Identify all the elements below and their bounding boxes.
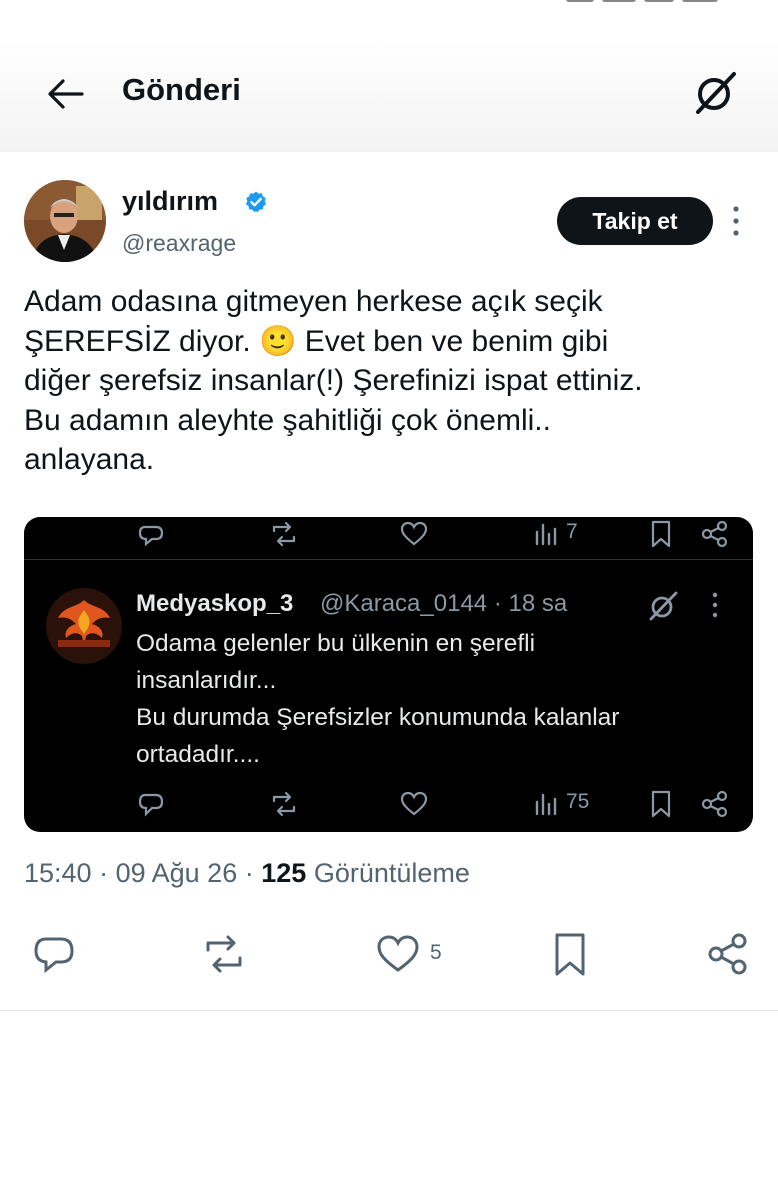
share-icon — [701, 790, 728, 818]
views-count: 125 — [261, 858, 307, 888]
quote-handle-time: @Karaca_0144 · 18 sa — [320, 590, 568, 617]
reply-icon — [138, 525, 164, 547]
tweet-line: diğer şerefsiz insanlar(!) Şerefinizi is… — [24, 364, 643, 397]
quote-text: Odama gelenler bu ülkenin en şerefli ins… — [136, 625, 736, 773]
share-icon — [701, 520, 728, 548]
quote-bottom-actions: 75 — [24, 789, 753, 829]
grok-button[interactable] — [690, 68, 740, 118]
quote-views: 75 — [566, 790, 590, 813]
reply-icon — [138, 793, 164, 817]
quote-author-name: Medyaskop_3 — [136, 590, 294, 617]
quote-line: Bu durumda Şerefsizler konumunda kalanla… — [136, 704, 620, 731]
verified-badge-icon — [245, 191, 267, 213]
bookmark-icon — [555, 933, 585, 976]
bookmark-icon — [651, 520, 671, 548]
quote-top-actions: 7 — [24, 519, 753, 559]
bookmark-icon — [651, 790, 671, 818]
meta-dot: · — [244, 858, 262, 888]
meta-dot: · — [99, 858, 116, 888]
quote-line: Odama gelenler bu ülkenin en şerefli — [136, 630, 536, 657]
embedded-screenshot[interactable]: 7 Medyaskop_3 @Karaca_0144 · 18 sa Odama… — [24, 517, 753, 832]
author-handle[interactable]: @reaxrage — [122, 230, 236, 257]
heart-icon — [400, 791, 428, 816]
author-name[interactable]: yıldırım — [122, 186, 218, 217]
tweet-date[interactable]: 09 Ağu 26 — [116, 858, 238, 888]
page-title: Gönderi — [122, 72, 241, 107]
reply-button[interactable] — [30, 930, 78, 978]
like-button[interactable] — [374, 930, 422, 978]
back-button[interactable] — [44, 72, 88, 116]
arrow-left-icon — [48, 79, 84, 109]
tweet-line: Bu adamın aleyhte şahitliği çok önemli.. — [24, 403, 551, 437]
bookmark-button[interactable] — [546, 930, 594, 978]
retweet-icon — [206, 935, 242, 973]
retweet-icon — [272, 521, 296, 547]
views-chart-icon — [535, 793, 557, 816]
status-icons — [558, 0, 738, 6]
more-vertical-icon — [733, 206, 739, 236]
views-chart-icon — [535, 523, 557, 546]
tweet-time[interactable]: 15:40 — [24, 858, 92, 888]
status-bar — [0, 0, 778, 18]
heart-icon — [377, 935, 419, 972]
more-options-button[interactable] — [722, 204, 750, 238]
author-avatar[interactable] — [24, 180, 106, 262]
retweet-button[interactable] — [200, 930, 248, 978]
top-bar: Gönderi — [0, 40, 778, 152]
quote-divider — [24, 559, 753, 560]
grok-icon — [649, 591, 678, 621]
quote-top-views: 7 — [566, 520, 578, 543]
reply-icon — [34, 937, 74, 974]
tweet-meta: 15:40 · 09 Ağu 26 · 125 Görüntüleme — [24, 858, 470, 889]
more-vertical-icon — [712, 592, 718, 618]
tweet-line: Adam odasına gitmeyen herkese açık seçik — [24, 285, 603, 318]
section-divider — [0, 1010, 778, 1011]
tweet-text: Adam odasına gitmeyen herkese açık seçik… — [24, 282, 754, 480]
heart-icon — [400, 521, 428, 546]
tweet-line: anlayana. — [24, 443, 155, 476]
grok-icon — [696, 72, 736, 114]
retweet-icon — [272, 791, 296, 817]
like-count: 5 — [430, 941, 442, 964]
views-label: Görüntüleme — [313, 858, 470, 888]
tweet-line: ŞEREFSİZ diyor. 🙂 Evet ben ve benim gibi — [24, 324, 609, 358]
phoenix-logo — [46, 588, 122, 664]
avatar-photo — [24, 180, 106, 262]
follow-button[interactable]: Takip et — [557, 197, 713, 245]
share-button[interactable] — [704, 930, 752, 978]
quote-avatar — [46, 588, 122, 664]
quote-line: insanlarıdır... — [136, 667, 277, 694]
quote-line: ortadadır.... — [136, 741, 260, 768]
share-icon — [708, 933, 747, 975]
